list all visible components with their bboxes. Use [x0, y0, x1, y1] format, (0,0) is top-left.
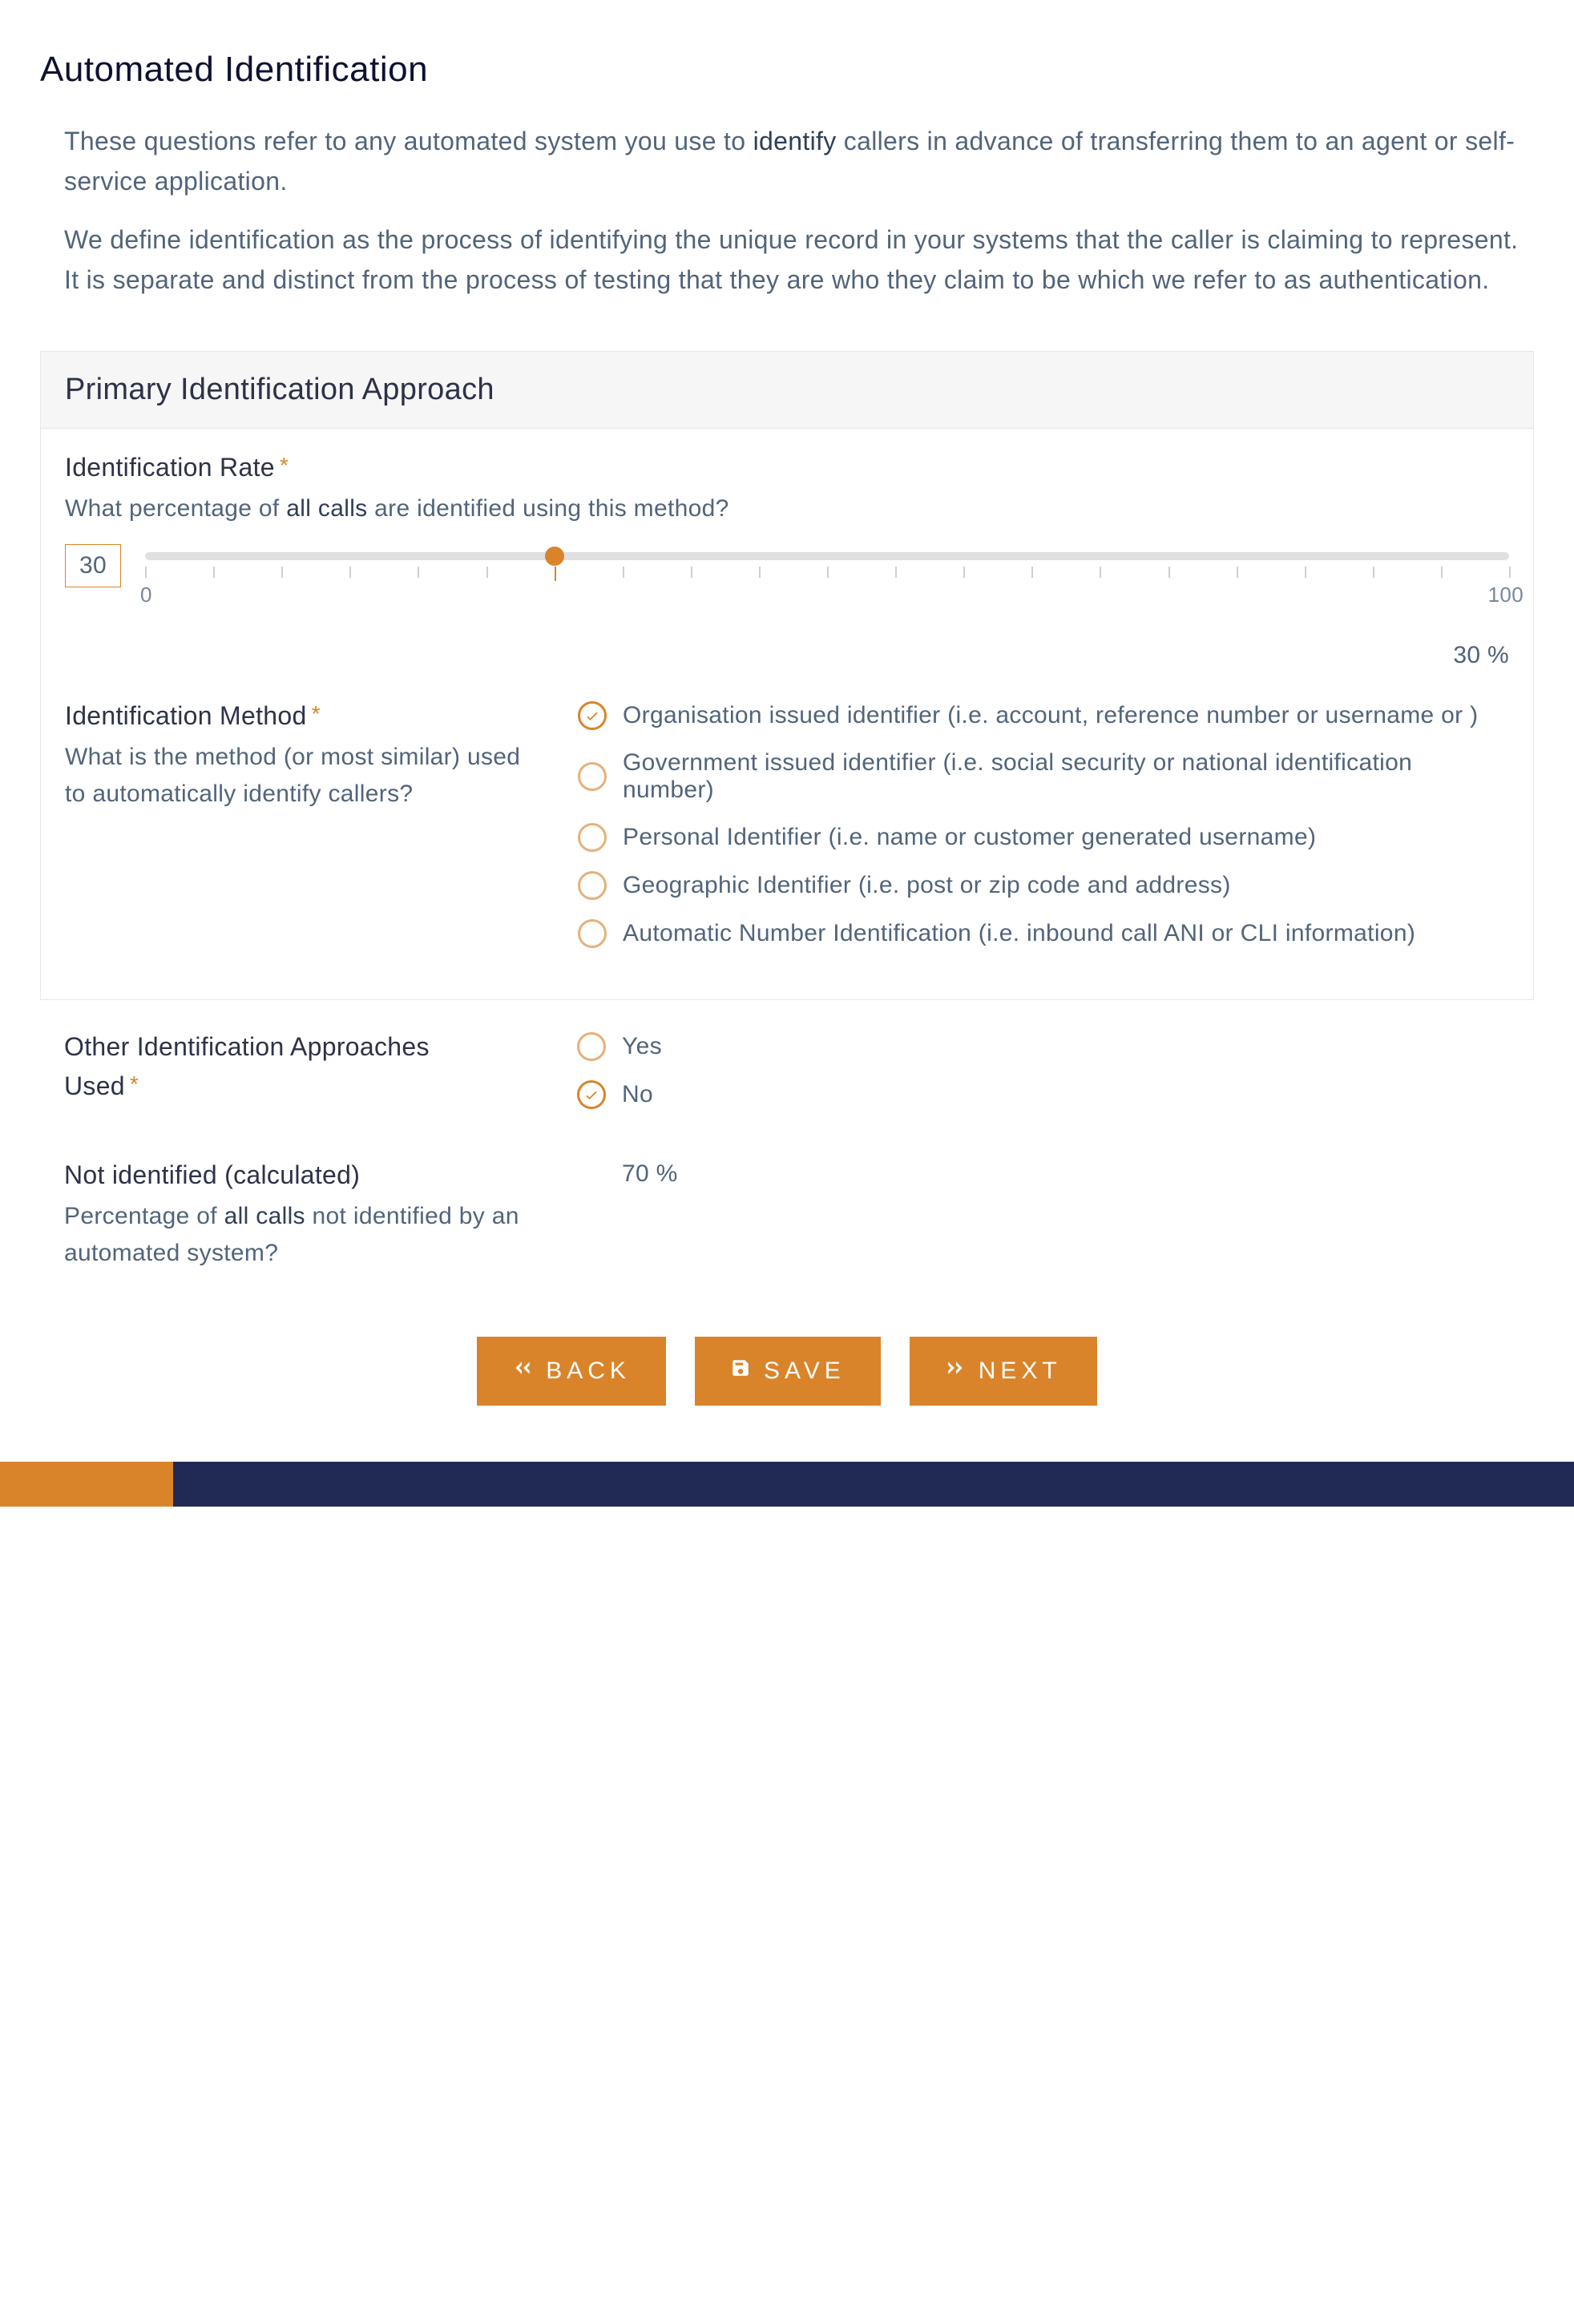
save-button-label: SAVE [764, 1358, 846, 1385]
other-approaches-options: Yes No [577, 1032, 1510, 1128]
page-title: Automated Identification [40, 50, 1534, 90]
chevrons-right-icon [945, 1358, 966, 1385]
not-identified-field: Not identified (calculated) Percentage o… [64, 1160, 1510, 1273]
identification-method-help: What is the method (or most similar) use… [65, 739, 546, 813]
slider-value-box[interactable]: 30 [65, 544, 121, 587]
not-identified-value: 70 % [577, 1160, 1510, 1188]
chevrons-left-icon [512, 1358, 533, 1385]
identification-method-option-label: Geographic Identifier (i.e. post or zip … [623, 872, 1231, 899]
other-approaches-label-line2: Used* [64, 1071, 545, 1101]
other-approaches-option-1[interactable]: No [577, 1080, 1510, 1109]
not-identified-help: Percentage of all calls not identified b… [64, 1198, 545, 1273]
identification-rate-label: Identification Rate* [65, 453, 1509, 482]
identification-method-option-1[interactable]: Government issued identifier (i.e. socia… [578, 749, 1509, 804]
intro-paragraph-2: We define identification as the process … [64, 220, 1528, 300]
identification-method-option-label: Organisation issued identifier (i.e. acc… [623, 702, 1478, 729]
intro-paragraph-1: These questions refer to any automated s… [64, 122, 1528, 201]
slider-axis-labels: 0 100 [145, 583, 1509, 607]
other-approaches-option-0[interactable]: Yes [577, 1032, 1510, 1061]
other-approaches-option-label: Yes [622, 1033, 662, 1060]
back-button[interactable]: BACK [477, 1337, 666, 1406]
identification-method-option-label: Government issued identifier (i.e. socia… [623, 749, 1509, 804]
not-identified-label: Not identified (calculated) [64, 1160, 545, 1190]
radio-icon [577, 1032, 606, 1061]
save-icon [730, 1358, 751, 1385]
other-approaches-label-line1: Other Identification Approaches [64, 1032, 545, 1062]
identification-rate-slider[interactable]: 0 100 [145, 544, 1509, 607]
identification-method-option-4[interactable]: Automatic Number Identification (i.e. in… [578, 919, 1509, 948]
intro-block: These questions refer to any automated s… [40, 122, 1534, 351]
identification-method-option-0[interactable]: Organisation issued identifier (i.e. acc… [578, 701, 1509, 730]
radio-icon [578, 919, 607, 948]
required-asterisk: * [312, 701, 321, 726]
other-approaches-option-label: No [622, 1081, 653, 1108]
slider-readout: 30 % [65, 642, 1509, 669]
identification-method-option-3[interactable]: Geographic Identifier (i.e. post or zip … [578, 871, 1509, 900]
next-button-label: NEXT [979, 1358, 1062, 1385]
footer-bar-navy [173, 1462, 1574, 1507]
footer-accent-bars [0, 1462, 1574, 1507]
radio-icon [578, 823, 607, 852]
footer-bar-orange [0, 1462, 173, 1507]
required-asterisk: * [130, 1071, 139, 1096]
identification-method-option-2[interactable]: Personal Identifier (i.e. name or custom… [578, 823, 1509, 852]
primary-identification-panel: Primary Identification Approach Identifi… [40, 351, 1534, 1000]
radio-icon [578, 701, 607, 730]
identification-method-label: Identification Method* [65, 701, 546, 731]
radio-icon [578, 762, 607, 791]
slider-ticks [145, 567, 1509, 581]
slider-thumb[interactable] [545, 547, 564, 566]
identification-method-option-label: Personal Identifier (i.e. name or custom… [623, 824, 1316, 851]
action-bar: BACK SAVE NEXT [40, 1305, 1534, 1462]
radio-icon [577, 1080, 606, 1109]
identification-method-option-label: Automatic Number Identification (i.e. in… [623, 920, 1415, 947]
identification-method-options: Organisation issued identifier (i.e. acc… [578, 701, 1509, 967]
panel-header: Primary Identification Approach [41, 352, 1533, 429]
identification-rate-field: Identification Rate* What percentage of … [65, 453, 1509, 669]
identification-rate-help: What percentage of all calls are identif… [65, 490, 1509, 528]
other-approaches-field: Other Identification Approaches Used* Ye… [64, 1032, 1510, 1128]
save-button[interactable]: SAVE [695, 1337, 881, 1406]
back-button-label: BACK [546, 1358, 631, 1385]
radio-icon [578, 871, 607, 900]
footer-whitespace [0, 1507, 1574, 2324]
next-button[interactable]: NEXT [910, 1337, 1097, 1406]
identification-method-field: Identification Method* What is the metho… [65, 701, 1509, 967]
required-asterisk: * [280, 453, 289, 478]
